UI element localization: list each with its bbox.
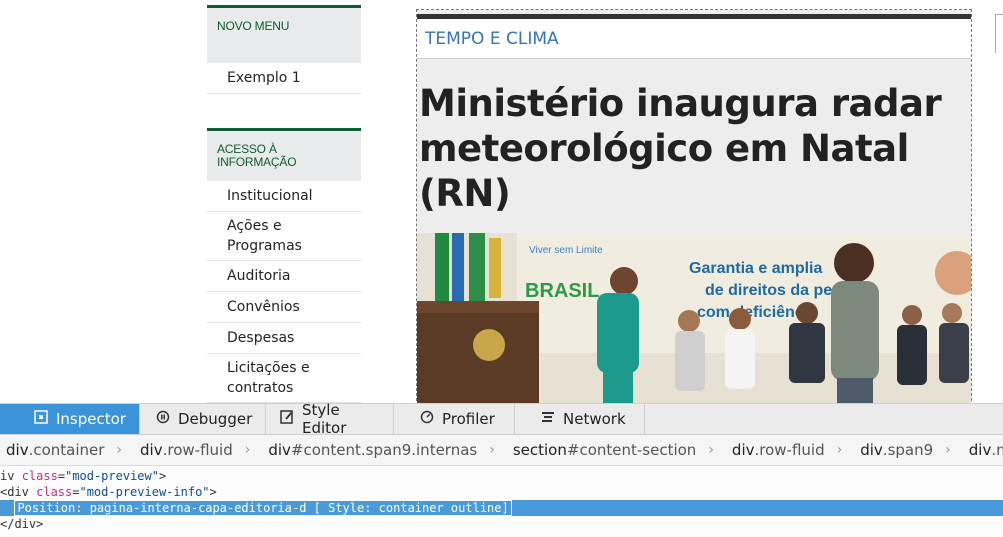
crumb-tag: div bbox=[6, 441, 29, 459]
svg-text:BRASIL: BRASIL bbox=[525, 280, 599, 302]
tab-label: Debugger bbox=[178, 410, 253, 428]
breadcrumb-item[interactable]: div .row-fluid › bbox=[134, 441, 262, 459]
crumb-rest: #content.span9.internas bbox=[290, 441, 478, 459]
sidebar: NOVO MENU Exemplo 1 ACESSO À INFORMAÇÃO … bbox=[207, 0, 361, 403]
network-icon bbox=[541, 410, 555, 428]
breadcrumb-item[interactable]: div #content.span9.internas › bbox=[262, 441, 507, 459]
markup-value: "mod-preview" bbox=[65, 469, 159, 483]
breadcrumb: div .container › div .row-fluid › div #conten… bbox=[0, 435, 1003, 466]
page-right-edge bbox=[995, 14, 1003, 53]
article-preview: TEMPO E CLIMA Ministério inaugura radar … bbox=[416, 9, 972, 403]
chevron-right-icon: › bbox=[945, 442, 951, 458]
tab-profiler[interactable]: Profiler bbox=[394, 404, 515, 434]
web-page: NOVO MENU Exemplo 1 ACESSO À INFORMAÇÃO … bbox=[0, 0, 1003, 403]
tab-label: Network bbox=[563, 410, 626, 428]
crumb-tag: div bbox=[140, 441, 163, 459]
tab-label: Style Editor bbox=[302, 401, 347, 437]
menu-item-exemplo-1[interactable]: Exemplo 1 bbox=[207, 63, 361, 94]
markup-text-node: Position: pagina-interna-capa-editoria-d… bbox=[14, 500, 512, 516]
breadcrumb-item[interactable]: div.mod-preview› bbox=[963, 441, 1003, 459]
chevron-right-icon: › bbox=[489, 442, 495, 458]
chevron-right-icon: › bbox=[116, 442, 123, 458]
article-photo[interactable]: Viver sem Limite BRASIL Garantia e ampli… bbox=[417, 233, 971, 403]
crumb-rest: .container bbox=[28, 441, 105, 459]
article-kicker[interactable]: TEMPO E CLIMA bbox=[417, 19, 971, 59]
chevron-right-icon: › bbox=[836, 442, 843, 458]
devtools-panel: Inspector Debugger Style Editor Profiler… bbox=[0, 401, 1003, 537]
debugger-icon bbox=[156, 410, 170, 428]
crumb-tag: div bbox=[860, 441, 883, 459]
markup-line-selected[interactable]: Position: pagina-interna-capa-editoria-d… bbox=[0, 500, 1003, 516]
menu-item-convenios[interactable]: Convênios bbox=[207, 292, 361, 323]
devtools-tabs: Inspector Debugger Style Editor Profiler… bbox=[0, 401, 1003, 437]
tab-debugger[interactable]: Debugger bbox=[140, 404, 266, 434]
menu-novo-title: NOVO MENU bbox=[207, 5, 361, 63]
markup-line[interactable]: </div> bbox=[0, 516, 1003, 532]
crumb-tag: div bbox=[268, 441, 291, 459]
menu-item-acoes-programas[interactable]: Ações e Programas bbox=[207, 212, 361, 261]
svg-text:de direitos da pes: de direitos da pes bbox=[705, 282, 841, 299]
crumb-tag: section bbox=[512, 441, 567, 459]
chevron-right-icon: › bbox=[244, 442, 251, 458]
svg-text:Viver sem Limite: Viver sem Limite bbox=[529, 245, 603, 256]
crumb-tag: div bbox=[731, 441, 755, 459]
style-editor-icon bbox=[280, 410, 294, 428]
tab-network[interactable]: Network bbox=[515, 404, 645, 434]
markup-tag: iv bbox=[0, 469, 22, 483]
menu-acesso: ACESSO À INFORMAÇÃO Institucional Ações … bbox=[207, 128, 361, 403]
menu-item-auditoria[interactable]: Auditoria bbox=[207, 261, 361, 292]
article-photo-illustration: Viver sem Limite BRASIL Garantia e ampli… bbox=[417, 233, 971, 403]
markup-line[interactable]: <div class="mod-preview-info"> bbox=[0, 484, 1003, 500]
crumb-rest: .span9 bbox=[882, 441, 934, 459]
markup-value: "mod-preview-info" bbox=[79, 485, 210, 499]
breadcrumb-item[interactable]: section #content-section › bbox=[507, 441, 726, 459]
breadcrumb-item[interactable]: div .row-fluid › bbox=[726, 441, 854, 459]
svg-text:Garantia e amplia: Garantia e amplia bbox=[689, 260, 822, 277]
crumb-rest: #content-section bbox=[566, 441, 697, 459]
menu-item-institucional[interactable]: Institucional bbox=[207, 181, 361, 212]
markup-view: iv class="mod-preview"> <div class="mod-… bbox=[0, 468, 1003, 532]
tab-inspector[interactable]: Inspector bbox=[0, 404, 140, 434]
markup-tag: <div bbox=[0, 485, 37, 499]
crumb-rest: .row-fluid bbox=[162, 441, 233, 459]
markup-attr: class bbox=[36, 485, 73, 499]
tab-label: Inspector bbox=[56, 410, 126, 428]
breadcrumb-item[interactable]: div .container › bbox=[0, 441, 134, 459]
menu-novo: NOVO MENU Exemplo 1 bbox=[207, 5, 361, 94]
crumb-rest: .row-fluid bbox=[754, 441, 825, 459]
menu-item-licitacoes[interactable]: Licitações e contratos bbox=[207, 354, 361, 403]
inspector-icon bbox=[34, 410, 48, 428]
crumb-tag: div bbox=[968, 441, 992, 459]
menu-acesso-title: ACESSO À INFORMAÇÃO bbox=[207, 128, 361, 181]
menu-item-despesas[interactable]: Despesas bbox=[207, 323, 361, 354]
tab-label: Profiler bbox=[442, 410, 495, 428]
markup-line[interactable]: iv class="mod-preview"> bbox=[0, 468, 1003, 484]
article-headline[interactable]: Ministério inaugura radar meteorológico … bbox=[417, 59, 971, 216]
crumb-rest: .mod-preview bbox=[991, 441, 1003, 459]
breadcrumb-item[interactable]: div .span9 › bbox=[854, 441, 963, 459]
markup-close-tag: </div> bbox=[0, 517, 44, 531]
markup-attr: class bbox=[21, 469, 58, 483]
tab-style-editor[interactable]: Style Editor bbox=[266, 401, 394, 437]
chevron-right-icon: › bbox=[708, 442, 714, 458]
profiler-icon bbox=[420, 410, 434, 428]
